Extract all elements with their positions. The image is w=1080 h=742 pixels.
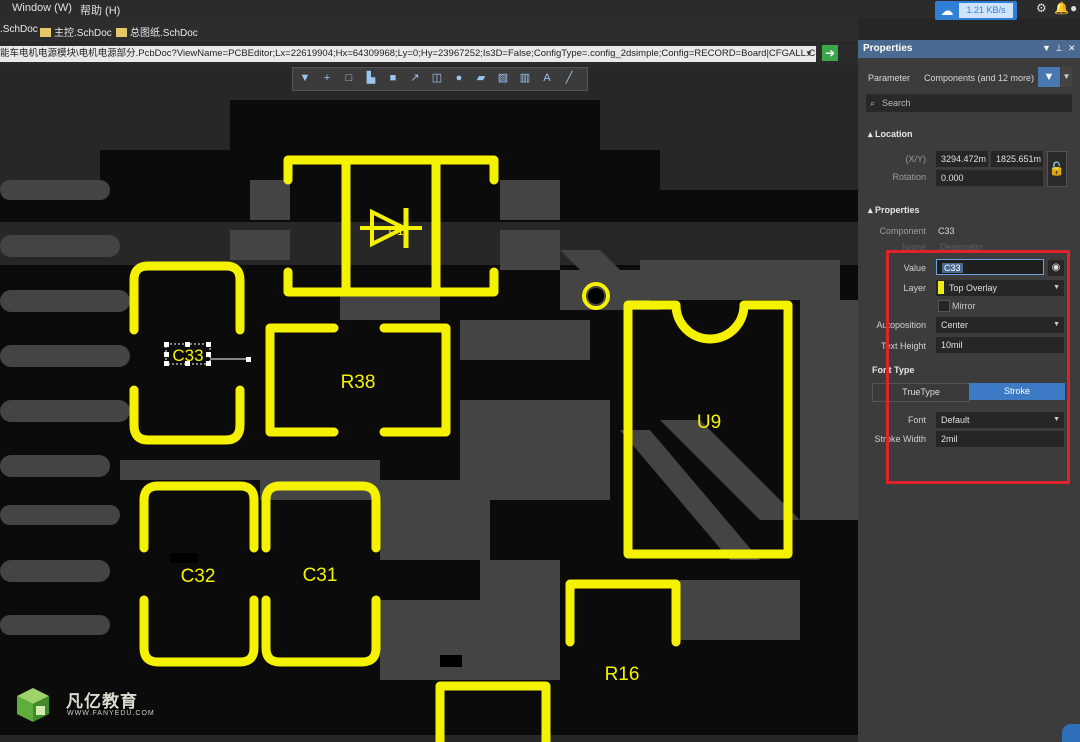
tab-label: 总图纸.SchDoc: [130, 28, 198, 39]
properties-section-header[interactable]: ▴ Properties: [868, 205, 920, 216]
region-icon[interactable]: ▧: [496, 71, 510, 85]
tab-label: 主控.SchDoc: [54, 28, 112, 39]
search-input[interactable]: ⌕ Search: [866, 94, 1072, 112]
go-button[interactable]: ➜: [822, 45, 838, 61]
user-icon[interactable]: ●: [1070, 1, 1077, 15]
y-value: 1825.651m: [996, 154, 1042, 164]
component-label: Component: [879, 226, 926, 236]
schematic-file-icon: [116, 28, 127, 37]
chevron-down-icon: ▼: [1062, 72, 1071, 81]
menu-help[interactable]: 帮助 (H): [80, 2, 120, 18]
tab-parameter[interactable]: Parameter: [868, 73, 910, 83]
network-speed-widget[interactable]: ☁ 1.21 KB/s: [935, 1, 1017, 20]
pcb-canvas[interactable]: C33 R38 U9 C32 C31 R16 D1: [0, 65, 858, 742]
lock-icon: 🔓: [1048, 161, 1066, 176]
watermark-logo: 凡亿教育 WWW.FANYEDU.COM: [14, 684, 164, 728]
settings-icon[interactable]: ⚙: [1036, 1, 1047, 15]
chevron-down-icon[interactable]: ▼: [804, 46, 814, 62]
designator-d1[interactable]: D1: [388, 224, 404, 238]
section-title: Location: [875, 129, 913, 139]
document-path: 能车电机电源模块\电机电源部分.PcbDoc?ViewName=PCBEdito…: [0, 48, 816, 59]
section-title: Properties: [875, 205, 920, 215]
crosshair-icon[interactable]: +: [320, 71, 334, 85]
x-value: 3294.472m: [941, 154, 987, 164]
pcb-board-view[interactable]: C33 R38 U9 C32 C31 R16 D1: [0, 65, 858, 742]
designator-r16[interactable]: R16: [605, 664, 640, 685]
notification-icon[interactable]: 🔔: [1054, 1, 1069, 15]
close-icon[interactable]: ✕: [1068, 43, 1076, 54]
taskbar-corner-icon[interactable]: [1062, 724, 1080, 742]
network-speed-value: 1.21 KB/s: [959, 3, 1013, 18]
search-placeholder: Search: [882, 98, 911, 108]
tab-label: .SchDoc: [0, 24, 38, 35]
text-tool-icon[interactable]: A: [540, 71, 554, 85]
logo-url: WWW.FANYEDU.COM: [67, 710, 155, 717]
menu-window[interactable]: Window (W): [12, 2, 72, 14]
designator-r38[interactable]: R38: [341, 372, 376, 393]
logo-name: 凡亿教育: [66, 692, 138, 711]
location-section-header[interactable]: ▴ Location: [868, 129, 913, 140]
rotation-value: 0.000: [941, 173, 964, 183]
document-path-input[interactable]: 能车电机电源模块\电机电源部分.PcbDoc?ViewName=PCBEdito…: [0, 46, 816, 62]
tab-overall-schematic[interactable]: 总图纸.SchDoc: [116, 24, 198, 39]
polygon-icon[interactable]: ▰: [474, 71, 488, 85]
component-value: C33: [938, 226, 955, 236]
tab-components[interactable]: Components (and 12 more): [924, 73, 1034, 83]
document-tabs: .SchDoc 主控.SchDoc 总图纸.SchDoc: [0, 18, 858, 42]
schematic-file-icon: [40, 28, 51, 37]
highlight-annotation-box: [886, 250, 1070, 484]
designator-c31[interactable]: C31: [303, 565, 338, 586]
component-icon[interactable]: ■: [386, 71, 400, 85]
lock-button[interactable]: 🔓: [1047, 151, 1067, 187]
logo-cube-icon: [17, 688, 49, 722]
fill-icon[interactable]: ▥: [518, 71, 532, 85]
align-icon[interactable]: ▙: [364, 71, 378, 85]
rotation-field[interactable]: 0.000: [936, 170, 1043, 186]
filter-icon: ▼: [1043, 71, 1055, 83]
cloud-icon: ☁: [940, 3, 954, 18]
rotation-label: Rotation: [892, 172, 926, 182]
filter-dropdown[interactable]: ▼: [1061, 67, 1072, 87]
chevron-down-icon[interactable]: ▼: [1042, 43, 1051, 53]
address-bar: 能车电机电源模块\电机电源部分.PcbDoc?ViewName=PCBEdito…: [0, 43, 858, 65]
select-rectangle-icon[interactable]: □: [342, 71, 356, 85]
xy-label: (X/Y): [905, 154, 926, 164]
designator-u9[interactable]: U9: [697, 412, 721, 433]
x-field[interactable]: 3294.472m: [936, 151, 988, 167]
panel-title: Properties: [863, 43, 913, 54]
pin-icon[interactable]: ⊥: [1055, 43, 1063, 54]
designator-c32[interactable]: C32: [181, 566, 216, 587]
route-icon[interactable]: ↗: [408, 71, 422, 85]
interactive-route-icon[interactable]: ◫: [430, 71, 444, 85]
menu-bar: Window (W) 帮助 (H) ☁ 1.21 KB/s ⚙ 🔔 ●: [0, 0, 1080, 20]
tab-schdoc[interactable]: .SchDoc: [0, 24, 38, 35]
tab-main-control[interactable]: 主控.SchDoc: [40, 24, 112, 39]
active-bar-toolbar: ▼ + □ ▙ ■ ↗ ◫ ● ▰ ▧ ▥ A ╱: [292, 67, 588, 91]
y-field[interactable]: 1825.651m: [991, 151, 1043, 167]
search-icon: ⌕: [870, 98, 876, 108]
panel-title-bar: Properties ▼ ⊥ ✕: [858, 40, 1080, 58]
filter-icon[interactable]: ▼: [298, 71, 312, 85]
line-icon[interactable]: ╱: [562, 71, 576, 85]
filter-button[interactable]: ▼: [1038, 67, 1060, 87]
place-via-icon[interactable]: ●: [452, 71, 466, 85]
arrow-right-icon: ➜: [824, 46, 836, 60]
